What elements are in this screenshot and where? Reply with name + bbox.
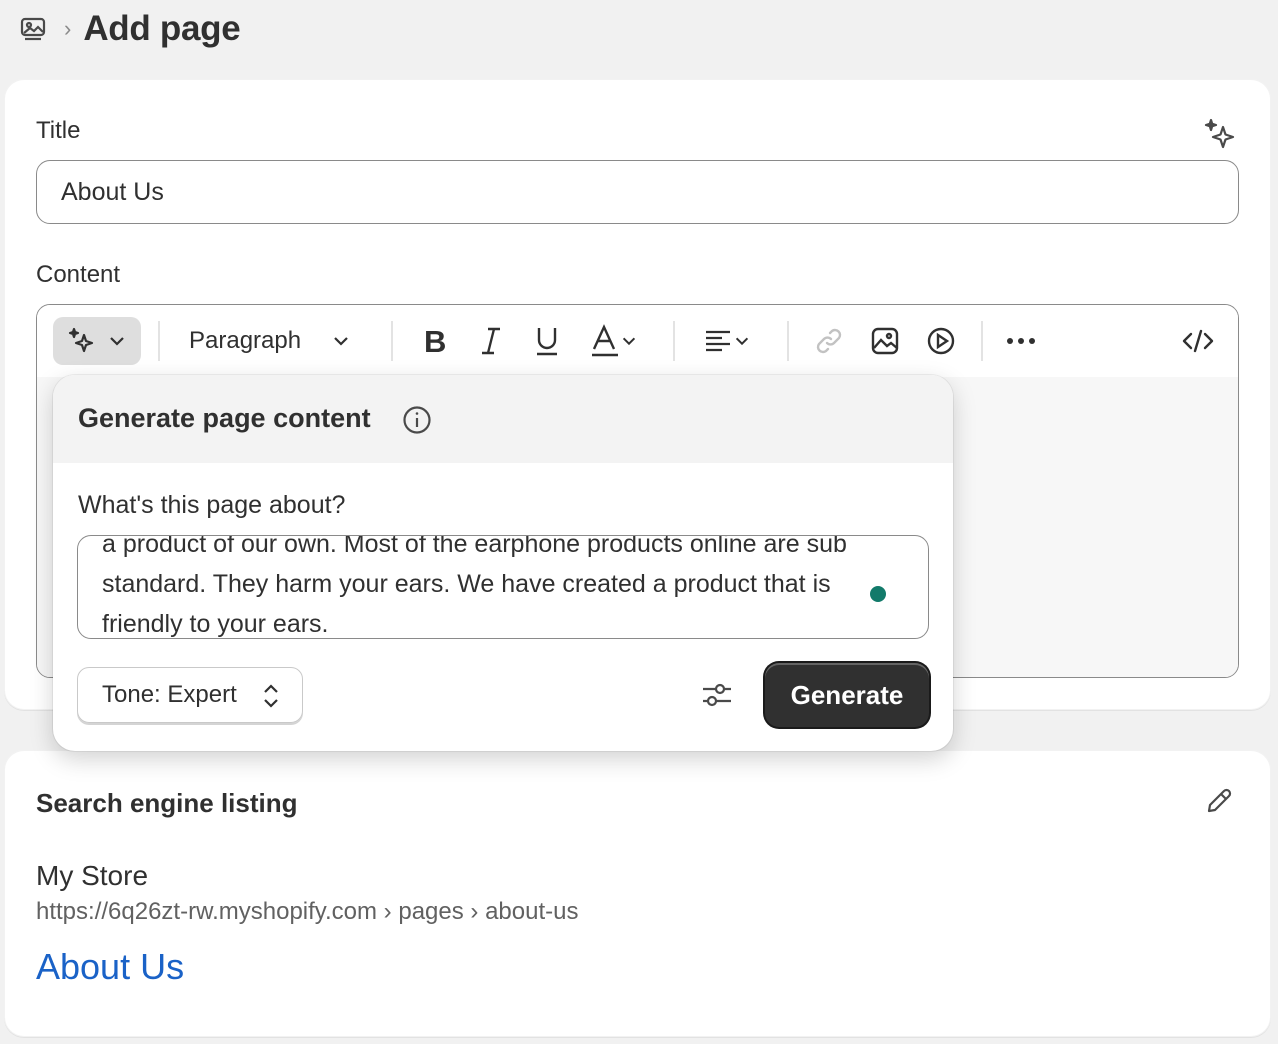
insert-video-button[interactable] bbox=[923, 323, 959, 359]
seo-store-name: My Store bbox=[36, 860, 149, 891]
select-arrows-icon bbox=[264, 684, 278, 708]
prompt-label: What's this page about? bbox=[78, 491, 346, 519]
popover-title: Generate page content bbox=[78, 403, 371, 433]
paragraph-label: Paragraph bbox=[189, 327, 302, 354]
align-left-icon bbox=[706, 330, 730, 352]
insert-image-button[interactable] bbox=[867, 323, 903, 359]
bold-button[interactable]: B bbox=[417, 323, 453, 359]
italic-icon bbox=[482, 327, 500, 355]
align-button[interactable] bbox=[697, 321, 757, 361]
title-label: Title bbox=[36, 117, 81, 144]
seo-page-link[interactable]: About Us bbox=[36, 946, 184, 988]
ellipsis-icon bbox=[1007, 338, 1035, 344]
more-options-button[interactable] bbox=[1003, 323, 1039, 359]
sparkle-icon[interactable] bbox=[1203, 117, 1237, 151]
link-icon bbox=[816, 328, 842, 354]
bold-icon: B bbox=[424, 326, 446, 356]
seo-heading: Search engine listing bbox=[36, 788, 298, 818]
italic-button[interactable] bbox=[473, 323, 509, 359]
generate-content-popover: Generate page content What's this page a… bbox=[53, 375, 953, 751]
prompt-text: a product of our own. Most of the earpho… bbox=[102, 535, 847, 638]
seo-url: https://6q26zt-rw.myshopify.com › pages … bbox=[36, 898, 579, 925]
chevron-down-icon bbox=[622, 337, 636, 346]
breadcrumb: › Add page bbox=[18, 6, 241, 52]
popover-header: Generate page content bbox=[53, 375, 953, 463]
tone-label: Tone: Expert bbox=[102, 681, 237, 708]
breadcrumb-separator: › bbox=[64, 16, 72, 41]
ai-generate-button[interactable] bbox=[53, 317, 141, 365]
adjust-settings-icon[interactable] bbox=[700, 678, 734, 712]
prompt-textarea[interactable]: a product of our own. Most of the earpho… bbox=[77, 535, 929, 639]
pages-icon[interactable] bbox=[18, 14, 48, 44]
title-input[interactable]: About Us bbox=[36, 160, 1239, 224]
chevron-down-icon bbox=[735, 337, 749, 346]
text-color-button[interactable] bbox=[585, 321, 643, 361]
link-button[interactable] bbox=[811, 323, 847, 359]
info-icon[interactable] bbox=[402, 405, 432, 435]
content-label: Content bbox=[36, 261, 121, 288]
html-view-button[interactable] bbox=[1180, 323, 1216, 359]
typing-indicator bbox=[870, 586, 886, 602]
generate-button[interactable]: Generate bbox=[765, 663, 929, 727]
text-color-icon bbox=[592, 324, 618, 357]
pencil-icon[interactable] bbox=[1204, 786, 1234, 816]
image-icon bbox=[871, 327, 899, 355]
tone-select[interactable]: Tone: Expert bbox=[77, 667, 303, 723]
page-title: Add page bbox=[83, 9, 241, 48]
underline-icon bbox=[537, 328, 557, 356]
paragraph-select[interactable]: Paragraph bbox=[189, 319, 351, 363]
sparkle-icon bbox=[68, 327, 94, 353]
play-circle-icon bbox=[927, 327, 955, 355]
editor-toolbar: Paragraph B bbox=[37, 305, 1238, 377]
chevron-down-icon bbox=[334, 337, 348, 346]
search-engine-listing-card: Search engine listing My Store https://6… bbox=[4, 750, 1271, 1037]
underline-button[interactable] bbox=[529, 323, 565, 359]
svg-text:B: B bbox=[424, 326, 446, 356]
code-icon bbox=[1182, 329, 1214, 353]
chevron-down-icon bbox=[110, 337, 124, 346]
